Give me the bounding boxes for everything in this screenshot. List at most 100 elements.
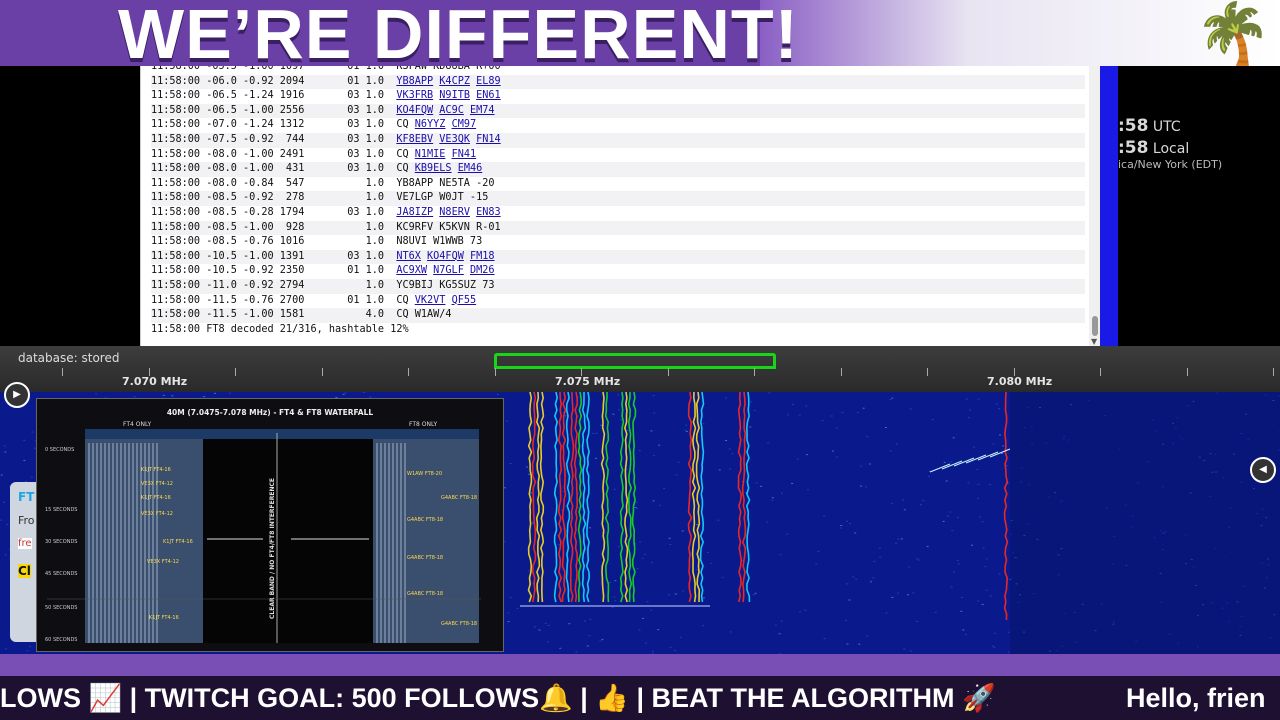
waterfall-noise [907,594,909,596]
log-row: 11:58:00 FT8 decoded 21/316, hashtable 1… [151,323,1085,338]
callsign-link[interactable]: VE3QK [439,134,470,145]
log-row: 11:58:00 -06.5 -1.24 1916 03 1.0 VK3FRB … [151,89,1085,104]
callsign-link[interactable]: FN41 [452,149,477,160]
waterfall-noise [31,431,34,433]
waterfall-noise [977,600,980,602]
waterfall-noise [595,432,598,434]
waterfall-reference-chart: 40M (7.0475-7.078 MHz) - FT4 & FT8 WATER… [36,398,504,652]
waterfall-noise [527,570,530,572]
waterfall-noise [889,450,892,452]
waterfall-noise [599,640,602,642]
callsign-link[interactable]: KF8EBV [396,134,433,145]
waterfall-noise [679,637,682,639]
waterfall-noise [943,461,946,463]
passband-marker[interactable] [494,353,776,369]
waterfall-noise [815,563,818,565]
callsign-link[interactable]: FN14 [476,134,501,145]
callsign-link[interactable]: QF55 [452,295,477,306]
signal-label: K1JT FT4-16 [141,495,171,501]
callsign-link[interactable]: KO4FQW [396,105,433,116]
waterfall-noise [830,415,833,417]
scroll-down-icon[interactable]: ▼ [1091,337,1097,346]
time-axis-label: 0 SECONDS [45,447,75,453]
signal-label: VE3X FT4-12 [141,481,173,487]
callsign-link[interactable]: DM26 [470,265,495,276]
waterfall-noise [728,448,731,450]
callsign-link[interactable]: N9ITB [439,90,470,101]
waterfall-noise [960,610,963,612]
waterfall-noise [846,520,848,522]
callsign-link[interactable]: N8ERV [439,207,470,218]
waterfall-noise [934,611,937,613]
callsign-link[interactable]: EN83 [476,207,501,218]
decode-log[interactable]: 11:58:00 -05.5 -1.00 1097 01 1.0 K3FAW K… [140,66,1101,346]
chevron-left-icon[interactable]: ◀ [1250,457,1276,483]
waterfall-noise [978,516,981,518]
waterfall-noise [855,578,858,580]
callsign-link[interactable]: NT6X [396,251,421,262]
stream-banner: WE’RE DIFFERENT! 🌴 [0,0,1280,66]
waterfall-noise [768,392,771,394]
callsign-link[interactable]: KO4FQW [427,251,464,262]
waterfall-noise [750,401,752,403]
callsign-link[interactable]: CM97 [452,119,477,130]
signal-trace [691,392,697,603]
signal-trace [531,392,537,603]
waterfall-noise [964,634,967,636]
waterfall-noise [872,577,875,579]
callsign-link[interactable]: AC9XW [396,265,427,276]
waterfall-noise [717,519,720,521]
log-text: 11:58:00 -10.5 -1.00 1391 03 1.0 [151,250,397,262]
callsign-link[interactable]: VK3FRB [396,90,433,101]
waterfall-noise [613,596,616,598]
waterfall-noise [703,597,705,599]
waterfall-noise [950,586,953,588]
callsign-link[interactable]: EM46 [458,163,483,174]
callsign-link[interactable]: EM74 [470,105,495,116]
waterfall-noise [635,501,638,503]
callsign-link[interactable]: N7GLF [433,265,464,276]
log-row: 11:58:00 -07.5 -0.92 744 03 1.0 KF8EBV V… [151,132,1085,148]
waterfall-noise [931,419,934,420]
signal-trace [600,392,606,603]
callsign-link[interactable]: FM18 [470,251,495,262]
waterfall-noise [503,487,506,489]
log-row: 11:58:00 -07.0 -1.24 1312 03 1.0 CQ N6YY… [151,118,1085,133]
callsign-link[interactable]: EN61 [476,90,501,101]
callsign-link[interactable]: N6YYZ [415,119,446,130]
waterfall-noise [677,461,680,463]
callsign-link[interactable]: JA8IZP [396,207,433,218]
waterfall-noise [669,544,672,545]
waterfall-noise [28,646,31,648]
log-row: 11:58:00 -06.0 -0.92 2094 01 1.0 YB8APP … [151,74,1085,90]
callsign-link[interactable]: K4CPZ [439,76,470,87]
waterfall-noise [533,626,536,628]
waterfall-noise [971,544,973,546]
waterfall-noise [984,566,987,568]
callsign-link[interactable]: EL89 [476,76,501,87]
freq-label-7080: 7.080 MHz [987,375,1053,388]
callsign-link[interactable]: KB9ELS [415,163,452,174]
side-fragment-text: FT [18,490,35,504]
callsign-link[interactable]: VK2VT [415,295,446,306]
callsign-link[interactable]: N1MIE [415,149,446,160]
log-scrollbar-thumb[interactable] [1092,316,1098,336]
waterfall-noise [835,427,838,429]
decode-log-rows: 11:58:00 -05.5 -1.00 1097 01 1.0 K3FAW K… [151,66,1085,337]
frequency-scale[interactable]: database: stored 7.070 MHz 7.075 MHz 7.0… [0,346,1280,392]
waterfall-noise [998,573,1001,575]
waterfall-noise [976,469,979,470]
local-clock: :58 Local [1118,138,1189,158]
signal-streak [953,457,975,467]
waterfall-noise [951,530,954,532]
callsign-link[interactable]: AC9C [439,105,464,116]
waterfall-noise [646,601,649,603]
waterfall-noise [4,554,7,556]
play-icon[interactable]: ▶ [4,382,30,408]
database-status: database: stored [18,351,120,365]
palm-tree-icon: 🌴 [1194,0,1272,66]
waterfall-noise [799,611,802,613]
scale-tick [927,368,928,376]
callsign-link[interactable]: YB8APP [396,76,433,87]
waterfall-noise [909,408,912,410]
